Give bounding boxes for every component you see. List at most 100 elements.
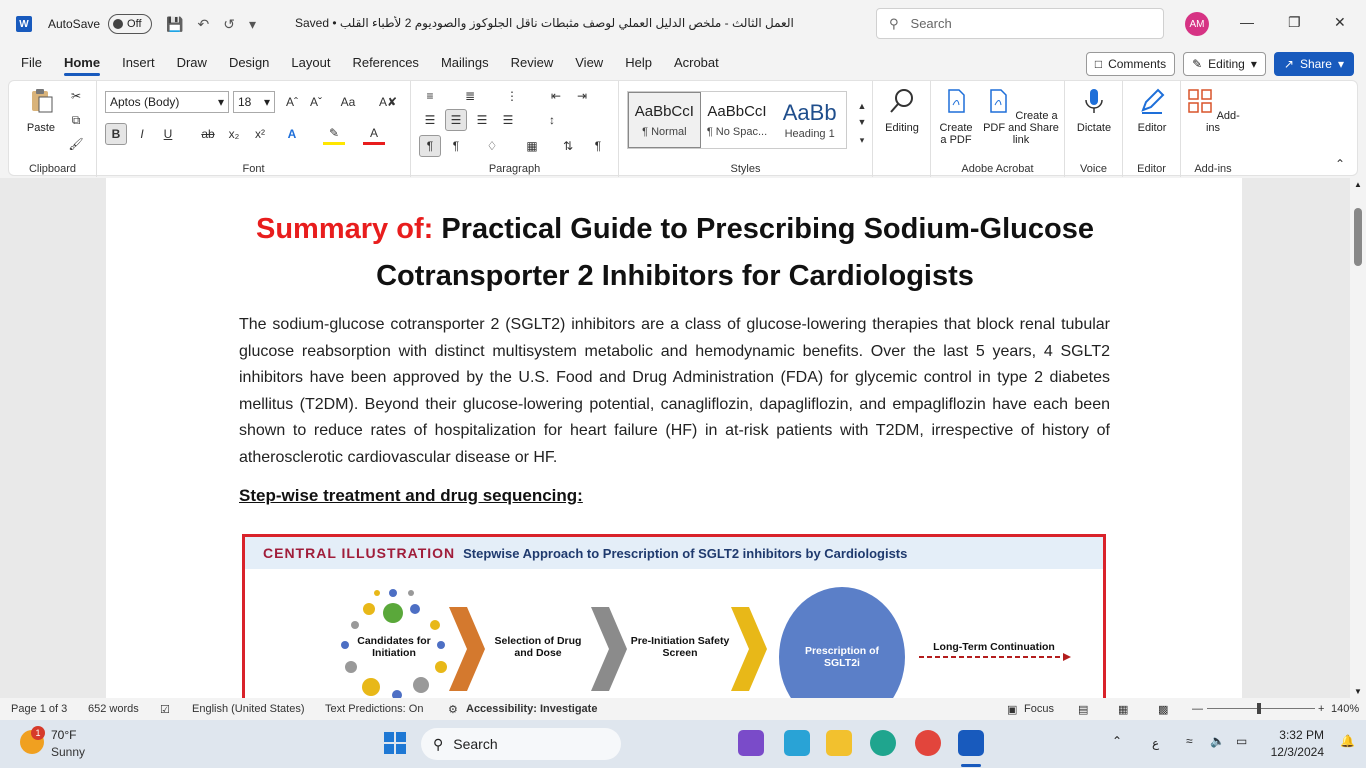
justify-icon[interactable]: ☰ [497, 109, 519, 131]
word-count[interactable]: 652 words [88, 703, 139, 715]
language-status[interactable]: English (United States) [192, 703, 305, 715]
restore-icon[interactable]: ❐ [1288, 14, 1301, 31]
accessibility-status[interactable]: Accessibility: Investigate [466, 703, 597, 715]
focus-button[interactable]: Focus [1024, 703, 1054, 715]
copy-icon[interactable]: ⧉ [65, 109, 87, 131]
increase-indent-icon[interactable]: ⇥ [571, 85, 593, 107]
strikethrough-icon[interactable]: ab [197, 123, 219, 145]
proofing-icon[interactable]: ☑ [160, 703, 170, 716]
decrease-indent-icon[interactable]: ⇤ [545, 85, 567, 107]
multilevel-list-icon[interactable]: ⋮ [501, 85, 523, 107]
format-painter-icon[interactable]: 🖌 [65, 133, 87, 155]
document-subheading[interactable]: Step-wise treatment and drug sequencing: [239, 486, 583, 506]
edge-browser-icon[interactable] [870, 730, 896, 756]
weather-temp[interactable]: 70°F [51, 728, 76, 742]
search-input[interactable]: ⚲ Search [876, 8, 1164, 39]
cut-icon[interactable]: ✂ [65, 85, 87, 107]
central-illustration[interactable]: CENTRAL ILLUSTRATION Stepwise Approach t… [242, 534, 1106, 698]
change-case-icon[interactable]: Aa [337, 91, 359, 113]
zoom-slider[interactable] [1207, 708, 1315, 709]
notification-bell-icon[interactable]: 🔔 [1340, 734, 1355, 748]
tab-help[interactable]: Help [614, 48, 663, 78]
align-center-icon[interactable]: ☰ [445, 109, 467, 131]
style-normal[interactable]: AaBbCcI ¶ Normal [628, 92, 701, 148]
document-heading[interactable]: Summary of: Practical Guide to Prescribi… [241, 206, 1109, 300]
bullets-icon[interactable]: ≡ [419, 85, 441, 107]
shrink-font-icon[interactable]: Aˇ [305, 91, 327, 113]
dictate-button[interactable]: Dictate [1069, 87, 1119, 134]
clock-time[interactable]: 3:32 PM [1276, 728, 1324, 742]
align-left-icon[interactable]: ☰ [419, 109, 441, 131]
tab-view[interactable]: View [564, 48, 614, 78]
battery-icon[interactable]: ▭ [1236, 734, 1247, 748]
ltr-icon[interactable]: ¶ [419, 135, 441, 157]
editing-button[interactable]: Editing [877, 87, 927, 134]
wifi-icon[interactable]: ≈ [1186, 734, 1193, 748]
task-app-icon[interactable] [738, 730, 764, 756]
autosave-toggle[interactable]: Off [108, 14, 153, 34]
grow-font-icon[interactable]: Aˆ [281, 91, 303, 113]
tab-draw[interactable]: Draw [166, 48, 218, 78]
document-page[interactable]: Summary of: Practical Guide to Prescribi… [106, 178, 1242, 698]
numbering-icon[interactable]: ≣ [459, 85, 481, 107]
share-button[interactable]: ↗ Share ▾ [1273, 52, 1354, 76]
tab-home[interactable]: Home [53, 48, 111, 78]
tab-review[interactable]: Review [500, 48, 565, 78]
comments-button[interactable]: □ Comments [1085, 52, 1176, 76]
text-effects-icon[interactable]: A [281, 123, 303, 145]
avatar[interactable]: AM [1185, 12, 1209, 36]
scroll-up-icon[interactable]: ▲ [1354, 180, 1362, 189]
create-share-pdf-button[interactable]: Create a PDF and Share link [981, 87, 1061, 146]
paint-app-icon[interactable] [784, 730, 810, 756]
addins-button[interactable]: Add-ins [1185, 87, 1241, 134]
text-predictions-status[interactable]: Text Predictions: On [325, 703, 423, 715]
bold-icon[interactable]: B [105, 123, 127, 145]
zoom-out-icon[interactable]: — [1192, 703, 1203, 715]
paste-button[interactable]: Paste [19, 87, 63, 134]
vertical-scrollbar[interactable]: ▲ ▼ [1350, 178, 1366, 698]
minimize-icon[interactable]: — [1240, 14, 1254, 30]
italic-icon[interactable]: I [131, 123, 153, 145]
subscript-icon[interactable]: x₂ [223, 123, 245, 145]
close-icon[interactable]: ✕ [1334, 14, 1346, 31]
word-taskbar-icon[interactable] [958, 730, 984, 756]
scrollbar-thumb[interactable] [1354, 208, 1362, 266]
rtl-icon[interactable]: ¶ [445, 135, 467, 157]
document-title[interactable]: العمل الثالث - ملخص الدليل العملي لوصف م… [295, 16, 815, 30]
editor-button[interactable]: Editor [1127, 87, 1177, 134]
tab-file[interactable]: File [10, 48, 53, 78]
volume-icon[interactable]: 🔈 [1210, 734, 1225, 748]
clear-formatting-icon[interactable]: A✘ [377, 91, 399, 113]
chrome-browser-icon[interactable] [915, 730, 941, 756]
undo-icon[interactable]: ↶ [197, 16, 209, 33]
clock-date[interactable]: 12/3/2024 [1266, 745, 1324, 759]
zoom-in-icon[interactable]: + [1318, 703, 1324, 715]
align-right-icon[interactable]: ☰ [471, 109, 493, 131]
superscript-icon[interactable]: x² [249, 123, 271, 145]
create-pdf-button[interactable]: Create a PDF [935, 87, 977, 146]
font-size-select[interactable]: 18 ▾ [233, 91, 275, 113]
show-hidden-icons[interactable]: ⌃ [1112, 734, 1122, 748]
style-heading-1[interactable]: AaBb Heading 1 [773, 92, 846, 148]
shading-icon[interactable]: ♢ [481, 135, 503, 157]
font-family-select[interactable]: Aptos (Body) ▾ [105, 91, 229, 113]
zoom-slider-thumb[interactable] [1257, 703, 1261, 714]
zoom-level[interactable]: 140% [1331, 703, 1359, 715]
customize-qat-icon[interactable]: ▾ [249, 16, 256, 33]
tab-insert[interactable]: Insert [111, 48, 166, 78]
scroll-down-icon[interactable]: ▼ [1354, 687, 1362, 696]
tab-layout[interactable]: Layout [280, 48, 341, 78]
windows-start-icon[interactable] [384, 732, 406, 754]
tab-mailings[interactable]: Mailings [430, 48, 500, 78]
borders-icon[interactable]: ▦ [521, 135, 543, 157]
show-marks-icon[interactable]: ¶ [587, 135, 609, 157]
collapse-ribbon-icon[interactable]: ⌃ [1329, 153, 1351, 175]
input-language[interactable]: ع [1152, 736, 1159, 750]
save-icon[interactable]: 💾 [166, 16, 183, 33]
weather-desc[interactable]: Sunny [51, 745, 85, 759]
redo-icon[interactable]: ↺ [223, 16, 235, 33]
web-layout-icon[interactable]: ▩ [1158, 703, 1168, 716]
sort-icon[interactable]: ⇅ [557, 135, 579, 157]
read-mode-icon[interactable]: ▤ [1078, 703, 1088, 716]
line-spacing-icon[interactable]: ↕ [541, 109, 563, 131]
